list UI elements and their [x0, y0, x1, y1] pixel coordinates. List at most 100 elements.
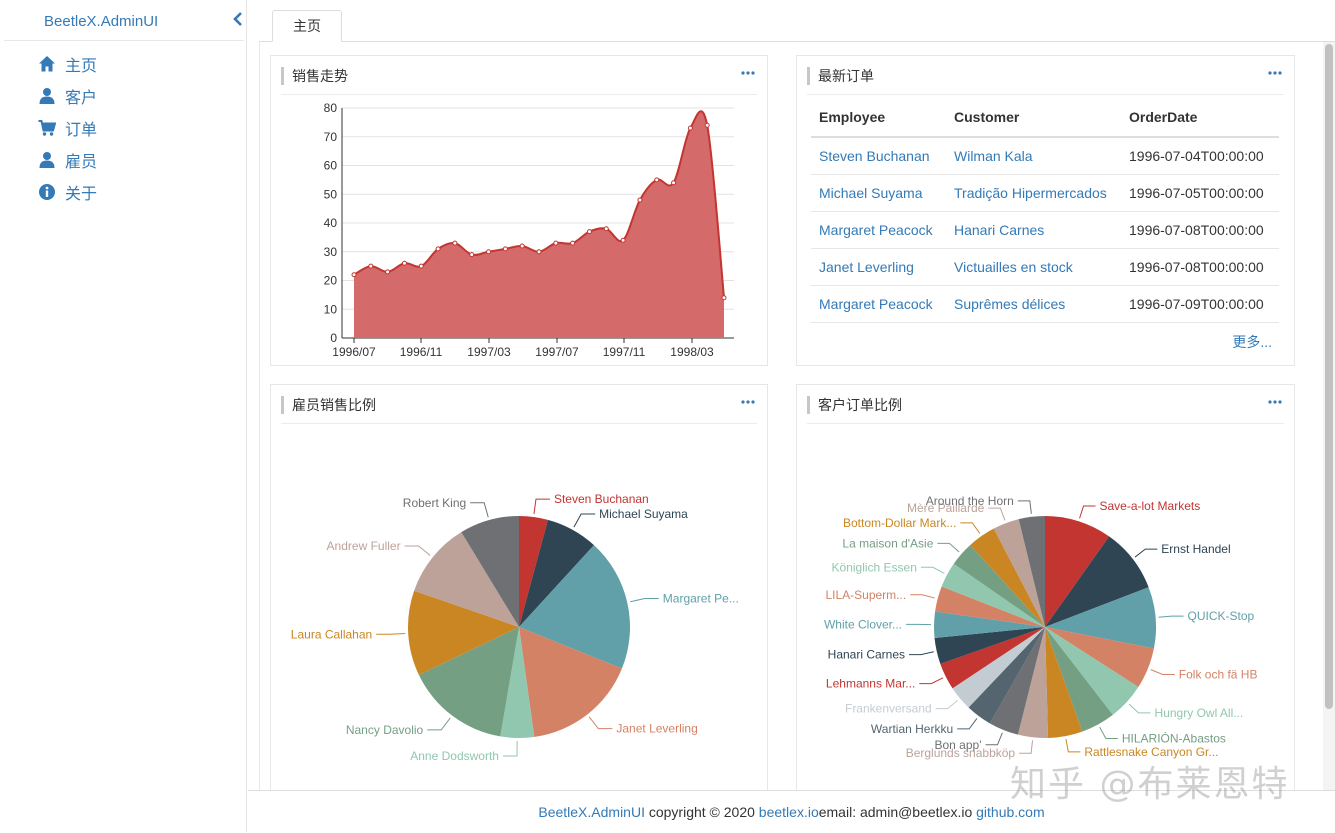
data-point: [402, 261, 406, 265]
panel-divider: [281, 423, 757, 424]
pie-label-line: [936, 700, 958, 708]
pie-label-line: [986, 733, 1003, 745]
brand-title[interactable]: BeetleX.AdminUI: [44, 13, 158, 30]
employee-link[interactable]: Steven Buchanan: [811, 137, 946, 174]
pie-label-line: [957, 718, 977, 728]
pie-label: White Clover...: [824, 617, 902, 631]
more-options-icon[interactable]: [741, 68, 755, 78]
data-point: [436, 247, 440, 251]
pie-label: Margaret Pe...: [663, 591, 739, 605]
pie-label-line: [427, 718, 450, 730]
more-orders-link[interactable]: 更多...: [1232, 332, 1272, 352]
chevron-left-icon[interactable]: [232, 11, 244, 27]
panel-title: 客户订单比例: [807, 396, 902, 414]
more-options-icon[interactable]: [1268, 397, 1282, 407]
data-point: [503, 247, 507, 251]
sidebar-item-employees[interactable]: 雇员: [38, 148, 97, 172]
sidebar-item-orders[interactable]: 订单: [38, 116, 97, 140]
pie-label-line: [1151, 670, 1175, 675]
pie-label: HILARIÓN-Abastos: [1122, 730, 1226, 745]
sales-trend-panel: 销售走势 010203040506070801996/071996/111997…: [270, 55, 768, 366]
data-point: [638, 198, 642, 202]
employee-share-panel: 雇员销售比例 Steven BuchananMichael SuyamaMarg…: [270, 384, 768, 804]
order-date: 1996-07-08T00:00:00: [1121, 211, 1279, 248]
x-tick-label: 1998/03: [670, 345, 714, 359]
footer-brand-link[interactable]: BeetleX.AdminUI: [538, 804, 645, 820]
employee-link[interactable]: Janet Leverling: [811, 248, 946, 285]
pie-label: Hungry Owl All...: [1155, 706, 1244, 720]
pie-label-line: [1019, 740, 1032, 753]
y-tick-label: 70: [324, 130, 338, 144]
data-point: [520, 244, 524, 248]
customer-link[interactable]: Hanari Carnes: [946, 211, 1121, 248]
pie-label: Ernst Handel: [1161, 542, 1230, 556]
vertical-scrollbar[interactable]: [1323, 42, 1335, 790]
user-icon: [38, 151, 56, 169]
sidebar-item-label: 关于: [65, 180, 97, 204]
customer-link[interactable]: Tradição Hipermercados: [946, 174, 1121, 211]
data-point: [705, 123, 709, 127]
y-tick-label: 20: [324, 274, 338, 288]
order-date: 1996-07-09T00:00:00: [1121, 285, 1279, 322]
pie-label-line: [574, 514, 595, 527]
sidebar-item-customers[interactable]: 客户: [38, 84, 97, 108]
more-options-icon[interactable]: [741, 397, 755, 407]
sidebar: BeetleX.AdminUI 主页 客户 订单 雇员: [0, 0, 247, 832]
sidebar-item-label: 主页: [65, 52, 97, 76]
employee-link[interactable]: Margaret Peacock: [811, 211, 946, 248]
series-area: [354, 111, 724, 338]
data-point: [369, 264, 373, 268]
more-options-icon[interactable]: [1268, 68, 1282, 78]
pie-label-line: [534, 499, 550, 514]
table-row: Steven Buchanan Wilman Kala 1996-07-04T0…: [811, 137, 1279, 174]
data-point: [621, 238, 625, 242]
x-tick-label: 1997/03: [467, 345, 511, 359]
pie-label: Nancy Davolio: [346, 723, 424, 737]
pie-label: Hanari Carnes: [828, 648, 905, 662]
sidebar-item-label: 客户: [65, 84, 97, 108]
pie-label: Save-a-lot Markets: [1100, 499, 1201, 513]
sidebar-item-about[interactable]: 关于: [38, 180, 97, 204]
pie-label-line: [589, 717, 612, 729]
pie-label-line: [1159, 616, 1184, 617]
data-point: [571, 241, 575, 245]
footer-copyright: copyright © 2020: [645, 804, 759, 820]
footer-email: email: admin@beetlex.io: [819, 804, 976, 820]
employee-link[interactable]: Michael Suyama: [811, 174, 946, 211]
order-date: 1996-07-05T00:00:00: [1121, 174, 1279, 211]
table-row: Janet Leverling Victuailles en stock 199…: [811, 248, 1279, 285]
pie-label: Janet Leverling: [616, 722, 697, 736]
table-row: Michael Suyama Tradição Hipermercados 19…: [811, 174, 1279, 211]
watermark: 知乎 @布莱恩特: [1010, 755, 1289, 807]
pie-label-line: [960, 523, 979, 534]
pie-label-line: [909, 652, 934, 655]
pie-label: Bottom-Dollar Mark...: [843, 516, 956, 530]
y-tick-label: 50: [324, 187, 338, 201]
pie-label-line: [376, 633, 405, 634]
pie-label-line: [1066, 739, 1080, 752]
sidebar-item-home[interactable]: 主页: [38, 52, 97, 76]
customer-link[interactable]: Wilman Kala: [946, 137, 1121, 174]
panel-divider: [807, 94, 1284, 95]
latest-orders-panel: 最新订单 Employee Customer OrderDate Steven …: [796, 55, 1295, 366]
footer-site-link[interactable]: beetlex.io: [759, 804, 819, 820]
data-point: [604, 227, 608, 231]
pie-label: LILA-Superm...: [825, 588, 906, 602]
info-icon: [38, 183, 56, 201]
customer-link[interactable]: Victuailles en stock: [946, 248, 1121, 285]
order-date: 1996-07-04T00:00:00: [1121, 137, 1279, 174]
tab-home[interactable]: 主页: [272, 10, 342, 42]
pie-label: Around the Horn: [926, 494, 1014, 508]
pie-label-line: [1129, 704, 1151, 713]
y-tick-label: 10: [324, 302, 338, 316]
pie-label: Michael Suyama: [599, 507, 688, 521]
column-header: Employee: [811, 98, 946, 137]
data-point: [386, 270, 390, 274]
table-header-row: Employee Customer OrderDate: [811, 98, 1279, 137]
scrollbar-thumb[interactable]: [1325, 44, 1333, 709]
customer-link[interactable]: Suprêmes délices: [946, 285, 1121, 322]
pie-label-line: [921, 567, 944, 573]
pie-label-line: [1100, 727, 1118, 738]
employee-link[interactable]: Margaret Peacock: [811, 285, 946, 322]
data-point: [352, 273, 356, 277]
